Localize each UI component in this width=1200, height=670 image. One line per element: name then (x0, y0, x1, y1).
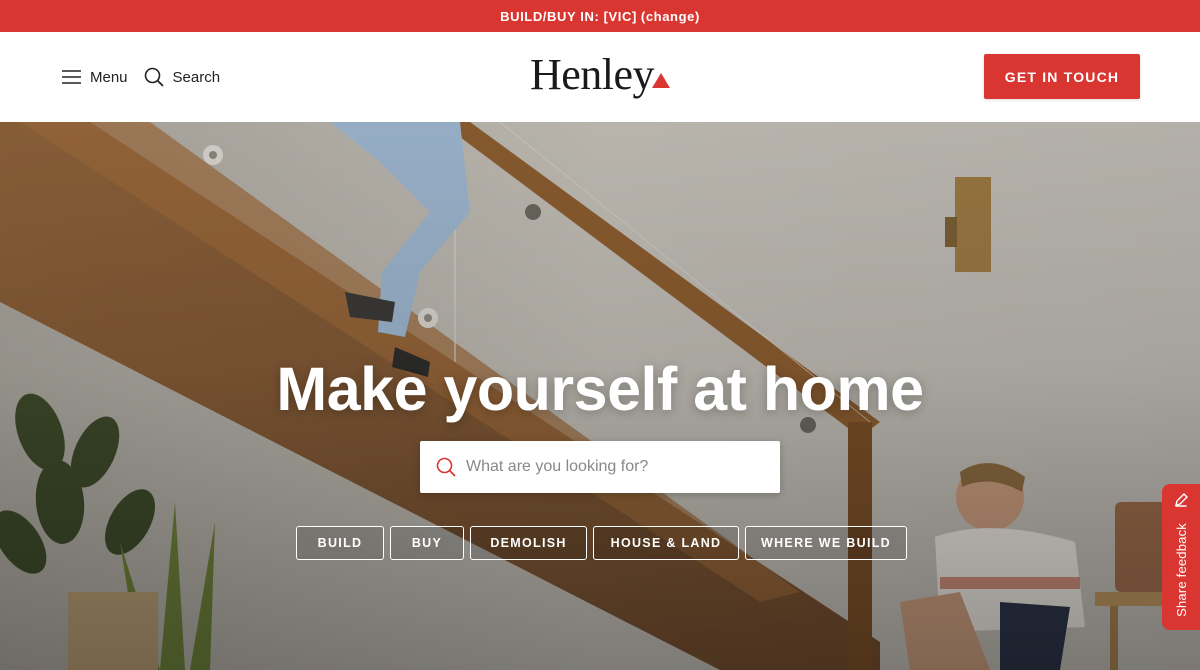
location-label: BUILD/BUY IN: [VIC] (500, 8, 637, 24)
build-pill[interactable]: BUILD (296, 526, 384, 560)
house-and-land-pill[interactable]: HOUSE & LAND (593, 526, 739, 560)
demolish-pill[interactable]: DEMOLISH (470, 526, 587, 560)
hero-search-input[interactable] (466, 458, 756, 476)
site-header: Menu Search Henley GET IN TOUCH (0, 32, 1200, 122)
share-feedback-label: Share feedback (1173, 523, 1189, 617)
change-location-link[interactable]: (change) (641, 9, 700, 24)
hero-search-box[interactable] (420, 441, 780, 493)
logo-triangle-icon (652, 73, 671, 88)
pencil-icon (1173, 492, 1189, 513)
buy-pill[interactable]: BUY (390, 526, 464, 560)
get-in-touch-button[interactable]: GET IN TOUCH (984, 54, 1140, 99)
hero-headline: Make yourself at home (276, 355, 924, 423)
where-we-build-pill[interactable]: WHERE WE BUILD (745, 526, 907, 560)
location-banner: BUILD/BUY IN: [VIC] (change) (0, 0, 1200, 32)
search-icon (436, 457, 456, 477)
hero-section: Make yourself at home BUILD BUY DEMOLISH… (0, 122, 1200, 670)
logo-text: Henley (529, 50, 655, 99)
quick-link-pills: BUILD BUY DEMOLISH HOUSE & LAND WHERE WE… (296, 526, 907, 560)
share-feedback-tab[interactable]: Share feedback (1162, 484, 1200, 630)
